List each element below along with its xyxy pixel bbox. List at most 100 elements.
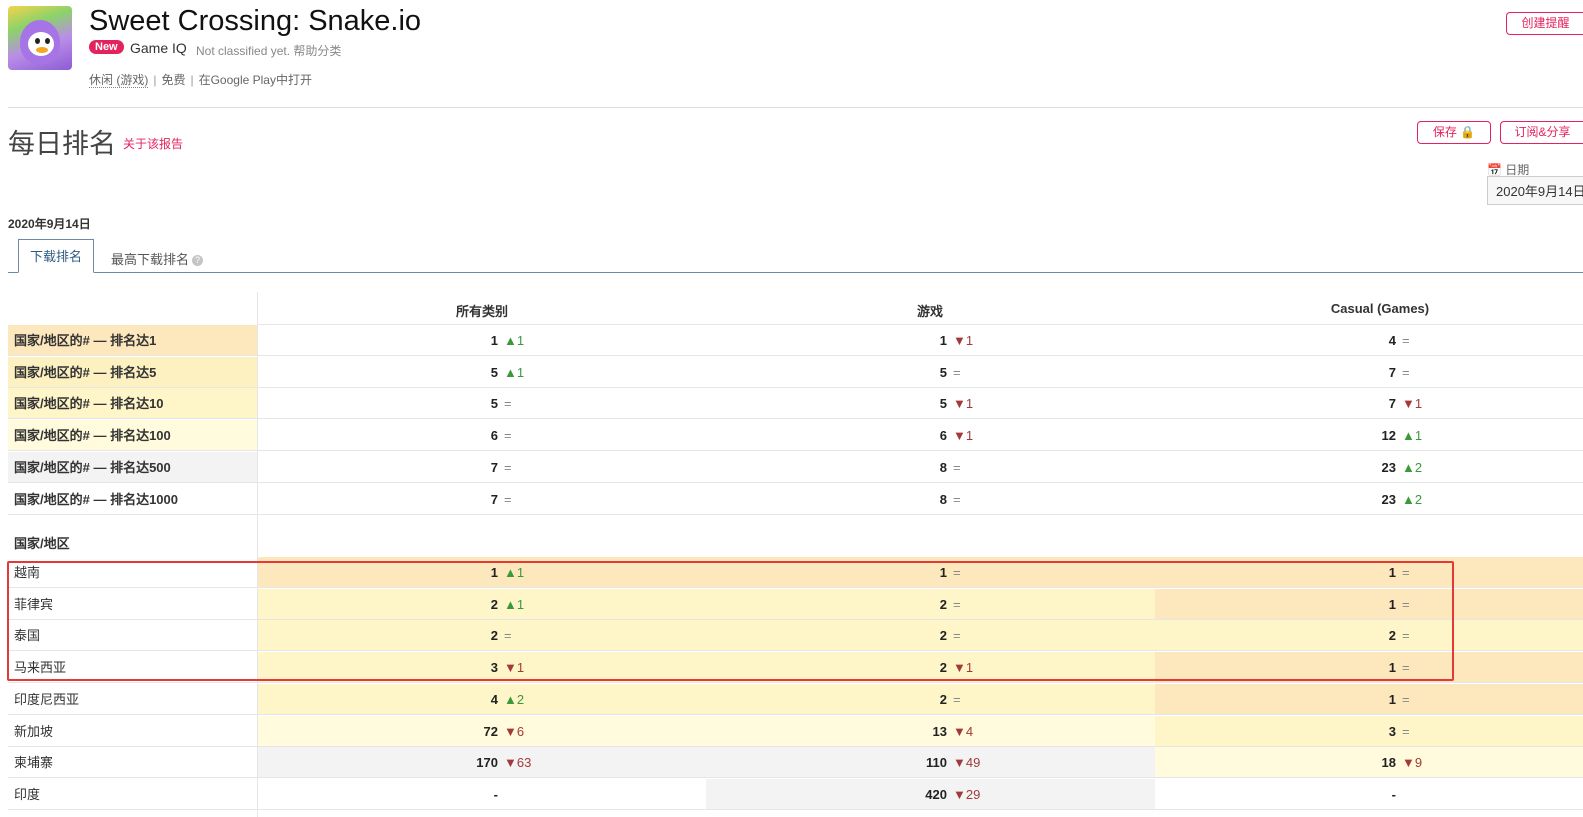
- rank-value: 1: [939, 565, 947, 580]
- rank-change: =: [504, 396, 512, 412]
- table-row: 泰国 2 = 2 = 2 =: [8, 620, 1583, 652]
- rank-cell: 1 ▲1: [257, 325, 706, 356]
- rank-change: ▼9: [1402, 755, 1423, 771]
- rank-value: 2: [939, 628, 947, 644]
- meta-separator: |: [190, 73, 194, 87]
- rank-value: 5: [490, 396, 498, 412]
- rank-change: ▲1: [504, 596, 525, 612]
- rank-cell: 6 ▼1: [706, 420, 1155, 451]
- rank-cell: 110 ▼49: [706, 747, 1155, 779]
- table-row: 印度尼西亚 4 ▲2 2 = 1 =: [8, 683, 1583, 715]
- rank-value: 170: [476, 755, 498, 771]
- classification-link[interactable]: Not classified yet. 帮助分类: [196, 42, 341, 59]
- rank-cell: 23 ▲2: [1155, 452, 1583, 483]
- category-link[interactable]: 休闲 (游戏): [89, 73, 149, 88]
- rank-value: 110: [926, 755, 947, 771]
- rank-change: =: [1402, 628, 1410, 644]
- row-label[interactable]: 菲律宾: [8, 589, 257, 620]
- table-row: 印度 - 420 ▼29 -: [8, 778, 1583, 810]
- tab-downloads[interactable]: 下载排名: [18, 239, 94, 273]
- rank-cell: 8 =: [706, 452, 1155, 483]
- rank-value: 12: [1381, 428, 1396, 444]
- rank-value: 6: [939, 428, 947, 444]
- row-label: 国家/地区的# — 排名达1: [8, 325, 257, 356]
- create-alert-button[interactable]: 创建提醒: [1506, 12, 1583, 35]
- rank-cell: 12 ▲1: [1155, 420, 1583, 451]
- game-iq-label: Game IQ: [130, 40, 187, 56]
- rank-change: ▼1: [953, 660, 974, 676]
- rank-cell: 3 ▼1: [257, 652, 706, 684]
- rank-change: =: [953, 596, 961, 612]
- row-label[interactable]: 印度尼西亚: [8, 684, 257, 715]
- summary-row: 国家/地区的# — 排名达500 7 = 8 = 23 ▲2: [8, 451, 1583, 483]
- about-report-link[interactable]: 关于该报告: [123, 135, 183, 152]
- row-label[interactable]: 越南: [8, 557, 257, 588]
- table-row: 新加坡 72 ▼6 13 ▼4 3 =: [8, 715, 1583, 747]
- date-picker[interactable]: 2020年9月14日: [1487, 176, 1583, 205]
- rank-value: 5: [939, 396, 947, 412]
- rank-change: =: [953, 691, 961, 707]
- rank-change: =: [1402, 660, 1410, 676]
- subscribe-share-button[interactable]: 订阅&分享: [1500, 121, 1583, 144]
- column-header-games: 游戏: [916, 304, 943, 319]
- summary-row: 国家/地区的# — 排名达1000 7 = 8 = 23 ▲2: [8, 483, 1583, 515]
- help-icon[interactable]: ?: [192, 255, 204, 266]
- rank-change: ▼49: [953, 755, 981, 771]
- google-play-link[interactable]: 在Google Play中打开: [199, 73, 312, 87]
- summary-row: 国家/地区的# — 排名达1 1 ▲1 1 ▼1 4 =: [8, 325, 1583, 356]
- table-row: 越南 1 ▲1 1 = 1 =: [8, 557, 1583, 588]
- rank-cell: 1 =: [1155, 588, 1583, 620]
- save-button[interactable]: 保存 🔒: [1417, 121, 1491, 144]
- rank-value: 2: [939, 660, 947, 676]
- rank-cell: 72 ▼6: [257, 715, 706, 747]
- rank-value: 2: [490, 628, 498, 644]
- row-label: 国家/地区的# — 排名达100: [8, 420, 257, 452]
- app-title: Sweet Crossing: Snake.io: [89, 5, 422, 37]
- rank-change: ▲1: [504, 364, 525, 380]
- rank-cell: 5 =: [257, 388, 706, 419]
- rank-change: ▼29: [953, 786, 981, 802]
- rank-change: =: [1402, 691, 1410, 707]
- row-label[interactable]: 新加坡: [8, 716, 257, 747]
- rank-value: 420: [925, 786, 947, 802]
- section-label-country: 国家/地区: [14, 536, 70, 551]
- price-label: 免费: [161, 73, 186, 87]
- rank-cell: 2 =: [257, 620, 706, 652]
- rank-cell: 2 =: [706, 620, 1155, 652]
- rank-value: 1: [490, 565, 498, 580]
- rank-value: 7: [490, 491, 498, 507]
- rank-cell: 7 =: [257, 484, 706, 515]
- rank-cell: 170 ▼63: [257, 747, 706, 779]
- rank-value: 2: [939, 596, 947, 612]
- rank-change: ▼1: [953, 333, 974, 348]
- rank-cell: 5 ▼1: [706, 388, 1155, 419]
- rank-value: 1: [1388, 565, 1396, 580]
- rank-value: 1: [1388, 596, 1396, 612]
- rank-cell: -: [257, 778, 706, 810]
- row-label[interactable]: 泰国: [8, 620, 257, 651]
- rank-change: =: [953, 628, 961, 644]
- rank-value: 3: [490, 660, 498, 676]
- row-label[interactable]: 印度: [8, 779, 257, 810]
- table-row: 菲律宾 2 ▲1 2 = 1 =: [8, 588, 1583, 620]
- column-header-all: 所有类别: [455, 304, 508, 319]
- rank-cell: 4 ▲2: [257, 683, 706, 715]
- summary-row: 国家/地区的# — 排名达100 6 = 6 ▼1 12 ▲1: [8, 420, 1583, 452]
- rank-value: 1: [490, 333, 498, 348]
- rank-cell: 2 =: [706, 588, 1155, 620]
- row-label[interactable]: 柬埔寨: [8, 747, 257, 778]
- rank-cell: 8 =: [706, 484, 1155, 515]
- rank-change: =: [953, 459, 961, 475]
- rank-change: ▲2: [504, 691, 525, 707]
- rank-value: 23: [1381, 459, 1396, 475]
- rank-cell: 23 ▲2: [1155, 484, 1583, 515]
- rank-change: ▲1: [1402, 428, 1423, 444]
- meta-separator: |: [153, 73, 157, 87]
- rank-value: 1: [1388, 660, 1396, 676]
- table-row: 柬埔寨 170 ▼63 110 ▼49 18 ▼9: [8, 747, 1583, 779]
- row-label[interactable]: 马来西亚: [8, 652, 257, 683]
- rank-value: 3: [1388, 723, 1396, 739]
- report-date: 2020年9月14日: [8, 217, 91, 231]
- tab-top-downloads[interactable]: 最高下载排名?: [111, 249, 204, 268]
- rank-change: ▼63: [504, 755, 532, 771]
